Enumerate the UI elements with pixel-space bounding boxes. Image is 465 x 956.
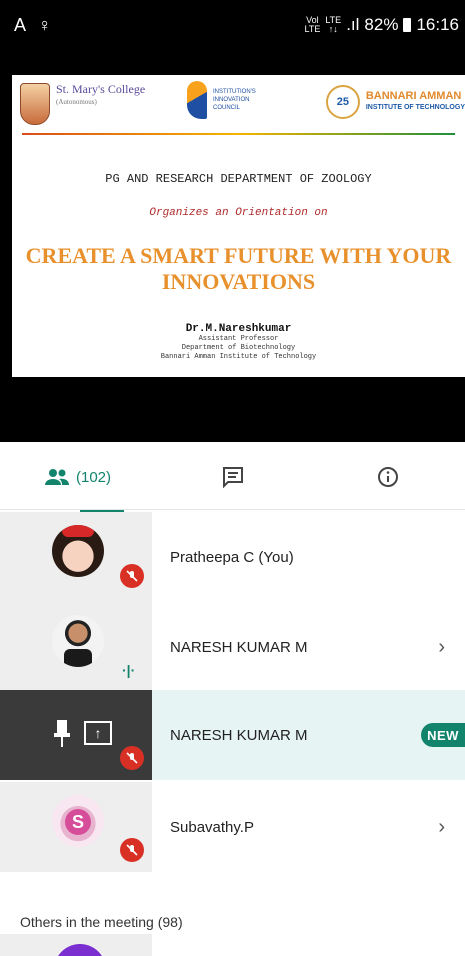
tab-people[interactable]: (102) <box>0 442 155 512</box>
slide-department: PG AND RESEARCH DEPARTMENT OF ZOOLOGY <box>105 172 372 186</box>
mic-off-icon <box>120 746 144 770</box>
meeting-tabs: (102) <box>0 442 465 512</box>
pin-icon <box>54 720 70 753</box>
tab-chat[interactable] <box>155 442 310 512</box>
slide-title: CREATE A SMART FUTURE WITH YOUR INNOVATI… <box>25 243 452 294</box>
avatar-box: ↑ <box>0 690 152 780</box>
participant-row[interactable]: Pratheepa C (You) <box>0 512 465 602</box>
speaker-role: Assistant Professor <box>198 335 279 343</box>
participant-row[interactable]: S Subavathy.P › <box>0 782 465 872</box>
avatar: S <box>52 795 104 847</box>
avatar-box <box>0 512 152 602</box>
slide-speaker: Dr.M.Nareshkumar Assistant Professor Dep… <box>12 323 465 362</box>
participant-name: NARESH KUMAR M <box>170 638 308 656</box>
lte-icon: LTE ↑↓ <box>325 15 342 34</box>
avatar-box <box>0 934 152 956</box>
college-logo: St. Mary's College (Autonomous) <box>20 83 145 125</box>
bannari-logo: 25 BANNARI AMMAN INSTITUTE OF TECHNOLOGY <box>325 85 465 119</box>
signal-icon: .ıl <box>346 15 360 34</box>
participant-row[interactable]: ·|· NARESH KUMAR M › <box>0 602 465 692</box>
mic-off-icon <box>120 838 144 862</box>
slide-divider <box>22 133 455 135</box>
avatar-box: S <box>0 782 152 872</box>
presentation-slide: St. Mary's College (Autonomous) INSTITUT… <box>12 75 465 377</box>
speaking-indicator-icon: ·|· <box>122 662 136 678</box>
battery-icon <box>403 18 412 32</box>
clock: 16:16 <box>416 15 459 34</box>
people-count: (102) <box>75 468 112 486</box>
avatar-box: ·|· <box>0 602 152 692</box>
speaker-dept: Department of Biotechnology <box>181 344 296 352</box>
battery-percent: 82% <box>364 15 399 34</box>
anniversary-badge: 25 <box>325 85 360 119</box>
speaker-inst: Bannari Amman Institute of Technology <box>160 353 317 361</box>
chat-icon <box>222 467 243 488</box>
council-mark-icon <box>187 81 207 119</box>
slide-logos: St. Mary's College (Autonomous) INSTITUT… <box>12 75 465 133</box>
chevron-right-icon[interactable]: › <box>438 636 445 659</box>
partner-name: BANNARI AMMAN <box>365 90 462 102</box>
speaker-name: Dr.M.Nareshkumar <box>185 323 292 335</box>
status-left-icons: A ♀ <box>14 15 56 35</box>
present-screen-icon: ↑ <box>84 721 112 745</box>
avatar <box>54 944 106 956</box>
participant-row-presenting[interactable]: ↑ NARESH KUMAR M NEW <box>0 690 465 780</box>
avatar <box>52 525 104 577</box>
status-right: Vol LTE LTE ↑↓ .ıl 82% 16:16 <box>305 15 460 35</box>
others-heading: Others in the meeting (98) <box>20 914 183 930</box>
participant-name: NARESH KUMAR M <box>170 726 308 744</box>
status-bar: A ♀ Vol LTE LTE ↑↓ .ıl 82% 16:16 <box>0 0 465 50</box>
volte-icon: Vol LTE <box>304 15 321 34</box>
info-icon <box>377 467 398 487</box>
tab-info[interactable] <box>310 442 465 512</box>
council-logo: INSTITUTION'S INNOVATION COUNCIL <box>187 81 273 119</box>
participant-name: Subavathy.P <box>170 818 254 836</box>
slide-organizes: Organizes an Orientation on <box>149 207 328 219</box>
new-badge: NEW <box>421 723 465 747</box>
participant-name: Pratheepa C (You) <box>170 548 294 566</box>
mic-off-icon <box>120 564 144 588</box>
people-icon <box>44 469 69 485</box>
council-name: INSTITUTION'S INNOVATION COUNCIL <box>213 89 256 111</box>
college-crest-icon <box>20 83 50 125</box>
partner-sub: INSTITUTE OF TECHNOLOGY <box>365 104 465 111</box>
college-sub: (Autonomous) <box>56 98 97 106</box>
chevron-right-icon[interactable]: › <box>438 816 445 839</box>
college-name: St. Mary's College <box>56 82 146 96</box>
avatar <box>52 615 104 667</box>
tab-divider <box>0 509 465 510</box>
